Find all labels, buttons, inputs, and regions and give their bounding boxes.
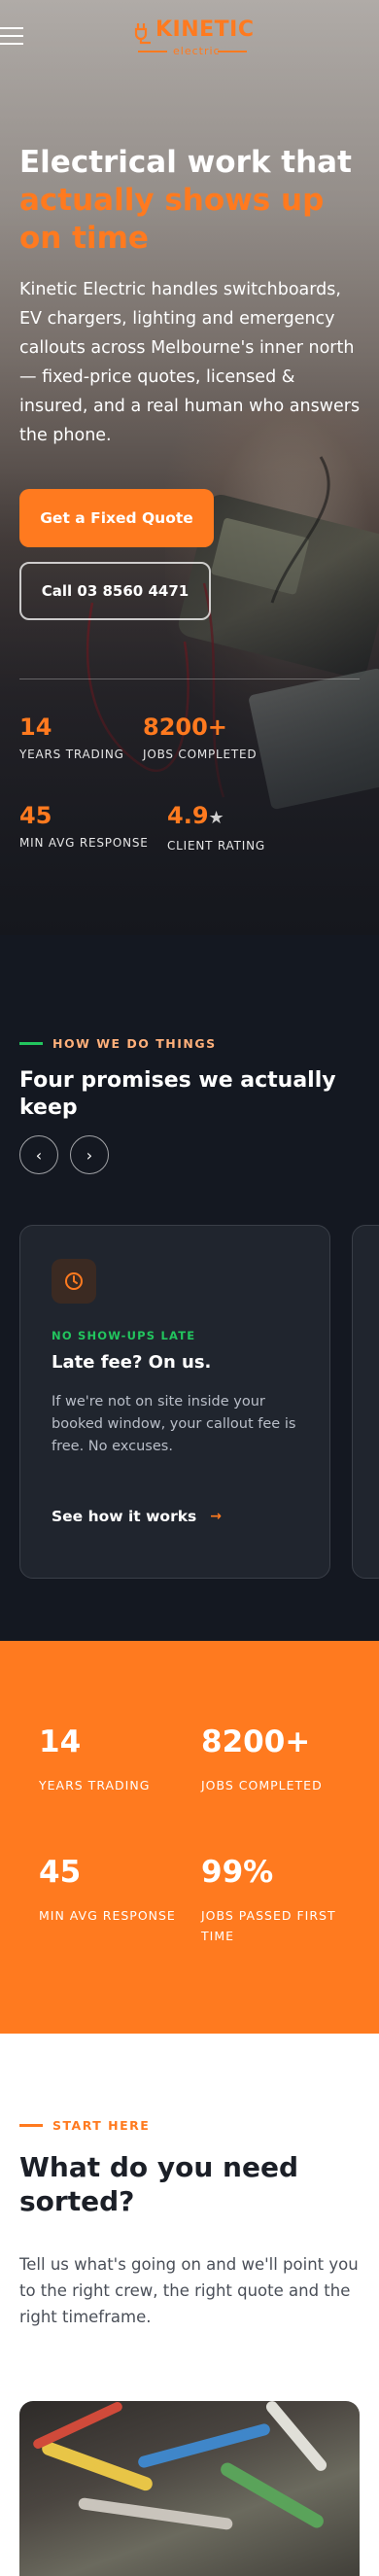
hero-lead-text: Kinetic Electric handles switchboards, E… xyxy=(19,280,361,445)
stat-value: 4.9★ xyxy=(167,801,265,833)
stat-response: 45 MIN AVG RESPONSE xyxy=(39,1855,176,1926)
stat-label: JOBS COMPLETED xyxy=(143,748,258,761)
hamburger-menu-icon[interactable] xyxy=(0,27,23,47)
stat-jobs: 8200+ JOBS COMPLETED xyxy=(201,1724,323,1795)
hero-title-accent: actually shows up on time xyxy=(19,183,325,256)
hero-stat-rating: 4.9★ CLIENT RATING xyxy=(167,801,265,853)
plug-icon xyxy=(134,23,151,45)
promise-tag: NO SHOW-UPS LATE xyxy=(52,1329,196,1342)
stat-value: 45 xyxy=(19,802,52,829)
hero-section: KINETIC electric Electrical work that ac… xyxy=(0,0,379,935)
hero-title-line: Electrical work that xyxy=(19,145,352,180)
service-photo-switchboard xyxy=(19,2401,360,2576)
stat-label: MIN AVG RESPONSE xyxy=(19,836,149,850)
logo-rule-left xyxy=(138,51,167,52)
chevron-left-icon: ‹ xyxy=(35,1145,43,1165)
stat-value: 45 xyxy=(39,1855,82,1890)
stat-label: JOBS COMPLETED xyxy=(201,1778,323,1793)
stat-value: 99% xyxy=(201,1855,274,1890)
stat-label: MIN AVG RESPONSE xyxy=(39,1908,176,1923)
stat-first-time: 99% JOBS PASSED FIRST TIME xyxy=(201,1855,357,1946)
promise-card: NO SHOW-UPS LATE Late fee? On us. If we'… xyxy=(19,1225,330,1579)
kicker-text: HOW WE DO THINGS xyxy=(52,1036,217,1051)
promises-section: HOW WE DO THINGS Four promises we actual… xyxy=(0,935,379,1641)
kicker-line xyxy=(19,1042,43,1045)
get-fixed-quote-button[interactable]: Get a Fixed Quote xyxy=(19,489,214,547)
hero-title: Electrical work that actually shows up o… xyxy=(19,144,365,258)
stat-value: 8200+ xyxy=(201,1724,311,1759)
hero-stat-years: 14 YEARS TRADING xyxy=(19,713,124,761)
promises-kicker: HOW WE DO THINGS xyxy=(19,1036,217,1051)
carousel-next-button[interactable]: › xyxy=(70,1135,109,1174)
arrow-right-icon: → xyxy=(210,1509,222,1524)
stat-value: 14 xyxy=(39,1724,82,1759)
start-kicker: START HERE xyxy=(19,2118,150,2133)
hero-stat-response: 45 MIN AVG RESPONSE xyxy=(19,801,149,850)
promise-text: If we're not on site inside your booked … xyxy=(52,1394,296,1454)
link-label: See how it works xyxy=(52,1508,197,1525)
chevron-right-icon: › xyxy=(86,1145,93,1165)
start-title: What do you need sorted? xyxy=(19,2151,298,2217)
kicker-line xyxy=(19,2124,43,2127)
brand-subtitle: electric xyxy=(173,45,221,57)
stats-band: 14 YEARS TRADING 8200+ JOBS COMPLETED 45… xyxy=(0,1641,379,2034)
star-icon: ★ xyxy=(208,808,224,828)
stat-label: JOBS PASSED FIRST TIME xyxy=(201,1908,336,1943)
promises-title: Four promises we actually keep xyxy=(19,1068,336,1120)
stat-label: YEARS TRADING xyxy=(19,748,124,761)
next-promise-card-peek[interactable] xyxy=(352,1225,379,1579)
top-bar: KINETIC electric xyxy=(0,0,379,78)
stat-value: 14 xyxy=(19,714,52,741)
brand-name: KINETIC xyxy=(155,17,255,42)
rating-value: 4.9 xyxy=(167,802,209,829)
hero-overlay xyxy=(0,0,379,935)
carousel-prev-button[interactable]: ‹ xyxy=(19,1135,58,1174)
stat-years: 14 YEARS TRADING xyxy=(39,1724,150,1795)
clock-icon xyxy=(52,1259,96,1304)
promise-title: Late fee? On us. xyxy=(52,1352,212,1373)
start-here-section: START HERE What do you need sorted? Tell… xyxy=(0,2034,379,2576)
stat-value: 8200+ xyxy=(143,714,227,741)
hero-stat-jobs: 8200+ JOBS COMPLETED xyxy=(143,713,257,761)
kicker-text: START HERE xyxy=(52,2118,151,2133)
logo-rule-right xyxy=(218,51,247,52)
stat-label: YEARS TRADING xyxy=(39,1778,151,1793)
see-how-it-works-link[interactable]: See how it works → xyxy=(52,1508,222,1525)
stat-label: CLIENT RATING xyxy=(167,839,265,853)
start-text: Tell us what's going on and we'll point … xyxy=(19,2255,359,2326)
call-phone-button[interactable]: Call 03 8560 4471 xyxy=(19,562,211,620)
brand-logo[interactable]: KINETIC electric xyxy=(134,17,254,58)
